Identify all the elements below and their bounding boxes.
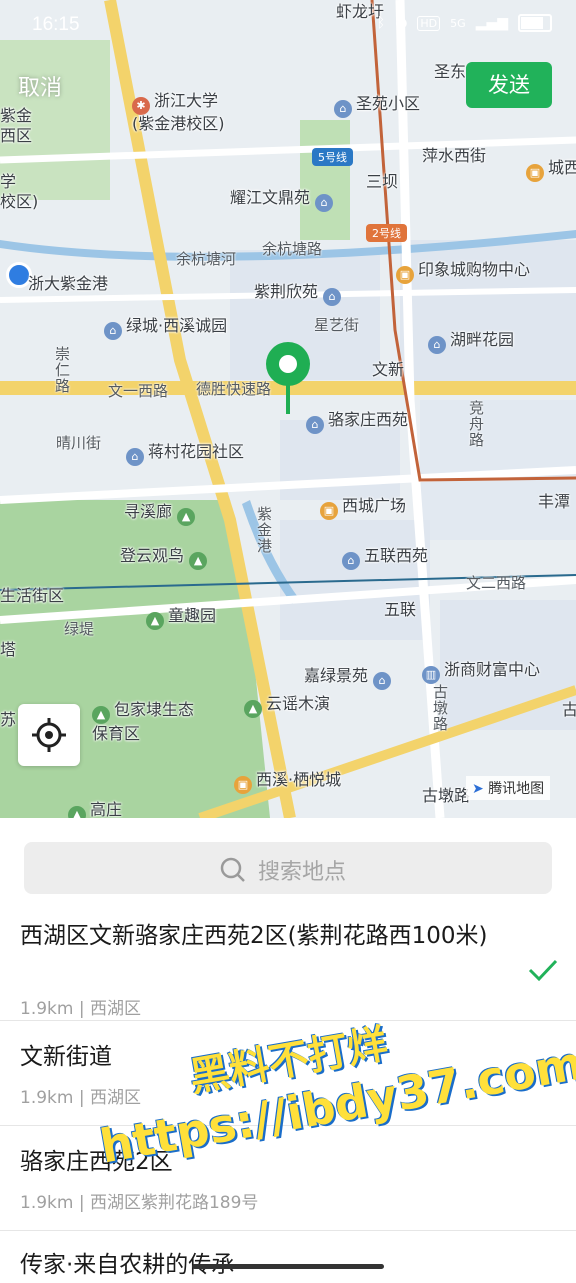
network-label: 5G (450, 16, 466, 30)
park-icon: ▲ (68, 806, 86, 818)
search-input[interactable]: 搜索地点 (24, 842, 552, 894)
poi-label: 学 校区) (0, 172, 39, 211)
poi-label: ▣ 西溪·栖悦城 (234, 766, 341, 794)
poi-label: 文新 (372, 360, 405, 379)
residential-icon: ⌂ (126, 448, 144, 466)
poi-label: 苏 (0, 710, 17, 729)
cancel-button[interactable]: 取消 (18, 70, 62, 102)
signal-icon: ▂▄▆ (475, 15, 508, 31)
poi-label: 耀江文鼎苑 ⌂ (230, 184, 337, 212)
park-icon: ▲ (92, 706, 110, 724)
poi-label: ▣ 城西 (526, 154, 576, 182)
poi-label: 五联 (384, 600, 417, 619)
bluetooth-icon: ᛒ (376, 15, 386, 31)
poi-label: ⌂ 圣苑小区 (334, 90, 420, 118)
road-label: 古墩路 (431, 684, 449, 732)
poi-label: 生活街区 (0, 586, 65, 605)
road-label: 星艺街 (314, 316, 360, 334)
residential-icon: ⌂ (104, 322, 122, 340)
poi-label: 寻溪廊 ▲ (124, 498, 199, 526)
poi-label: 塔 (0, 640, 17, 659)
map-view[interactable]: 虾龙圩 ✱ 浙江大学 (紫金港校区) 紫金 西区 ⌂ 圣苑小区 圣东街 萍水西街 ▣… (0, 0, 576, 818)
road-label: 文一西路 (108, 382, 169, 400)
poi-label: 丰潭 (538, 492, 571, 511)
poi-label: ▲ 包家埭生态 保育区 (92, 700, 195, 743)
search-icon (220, 857, 245, 882)
poi-label: ⌂ 骆家庄西苑 (306, 406, 408, 434)
poi-label: ▣ 印象城购物中心 (396, 256, 530, 284)
result-item[interactable]: 传家·来自农耕的传承 (0, 1231, 576, 1280)
residential-icon: ⌂ (334, 100, 352, 118)
result-title: 西湖区文新骆家庄西苑2区(紫荆花路西100米) (20, 923, 488, 949)
road-label: 余杭塘路 (262, 240, 323, 258)
status-time: 16:15 (32, 14, 80, 35)
poi-label: 紫荆欣苑 ⌂ (254, 278, 345, 306)
residential-icon: ⌂ (315, 194, 334, 212)
river-label: 余杭塘河 (176, 250, 237, 268)
poi-label: ▲ 童趣园 (146, 602, 216, 630)
home-indicator[interactable] (192, 1264, 384, 1269)
locate-button[interactable] (18, 704, 80, 766)
shopping-icon: ▣ (320, 502, 338, 520)
map-attribution: ➤ 腾讯地图 (466, 776, 551, 800)
road-label: 绿堤 (64, 620, 95, 638)
park-icon: ▲ (146, 612, 164, 630)
park-icon: ▲ (244, 700, 262, 718)
result-subtitle: 1.9km | 西湖区紫荆花路189号 (20, 1193, 259, 1213)
road-label: 晴川街 (56, 434, 102, 452)
map-pin-icon (266, 342, 310, 414)
river-label: 紫金港 (255, 506, 273, 554)
poi-label: ⌂ 湖畔花园 (428, 326, 514, 354)
metro-line-badge: 5号线 (312, 148, 353, 166)
checkmark-icon (528, 959, 558, 982)
poi-label: ▲ 高庄 (68, 796, 122, 818)
poi-label: ⌂ 五联西苑 (342, 542, 428, 570)
residential-icon: ⌂ (373, 672, 392, 690)
road-label: 竞舟路 (467, 400, 485, 448)
result-item[interactable]: 骆家庄西苑2区 1.9km | 西湖区紫荆花路189号 (0, 1126, 576, 1231)
poi-label: 紫金 西区 (0, 106, 33, 145)
crosshair-icon (32, 718, 66, 752)
result-subtitle: 1.9km | 西湖区 (20, 999, 141, 1019)
residential-icon: ⌂ (323, 288, 342, 306)
poi-label: ▲ 云谣木演 (244, 690, 330, 718)
road-label: 德胜快速路 (196, 380, 272, 398)
poi-label: 嘉绿景苑 ⌂ (304, 662, 395, 690)
office-icon: ▥ (422, 666, 440, 684)
poi-label: ▣ 西城广场 (320, 492, 406, 520)
location-icon: ● (395, 15, 408, 31)
search-placeholder: 搜索地点 (258, 860, 347, 885)
hd-icon: HD (417, 15, 441, 31)
poi-label: ⌂ 蒋村花园社区 (126, 438, 244, 466)
metro-line-badge: 2号线 (366, 224, 407, 242)
status-bar: 16:15 ᛒ ● HD 5G ▂▄▆ (0, 0, 576, 50)
road-label: 文二西路 (466, 574, 527, 592)
poi-label: 古墩路 (422, 786, 471, 805)
poi-label: ▥ 浙商财富中心 (422, 656, 540, 684)
shopping-icon: ▣ (396, 266, 414, 284)
school-icon: ✱ (132, 97, 150, 115)
result-title: 骆家庄西苑2区 (20, 1149, 173, 1175)
poi-label: 古 (562, 700, 576, 719)
poi-label: 登云观鸟 ▲ (120, 542, 211, 570)
shopping-icon: ▣ (234, 776, 252, 794)
battery-icon (518, 14, 552, 32)
tencent-map-logo-icon: ➤ (472, 781, 484, 797)
poi-label: 浙大紫金港 (28, 274, 109, 293)
shopping-icon: ▣ (526, 164, 544, 182)
park-icon: ▲ (177, 508, 196, 526)
residential-icon: ⌂ (306, 416, 324, 434)
status-icons: ᛒ ● HD 5G ▂▄▆ (377, 14, 552, 32)
road-label: 崇仁路 (53, 346, 71, 394)
poi-label: ⌂ 绿城·西溪诚园 (104, 312, 227, 340)
residential-icon: ⌂ (342, 552, 360, 570)
poi-label: ✱ 浙江大学 (紫金港校区) (132, 91, 225, 133)
poi-label: 萍水西街 (422, 146, 487, 165)
residential-icon: ⌂ (428, 336, 446, 354)
poi-label: 三坝 (366, 172, 399, 191)
park-icon: ▲ (189, 552, 208, 570)
send-button[interactable]: 发送 (466, 62, 552, 108)
